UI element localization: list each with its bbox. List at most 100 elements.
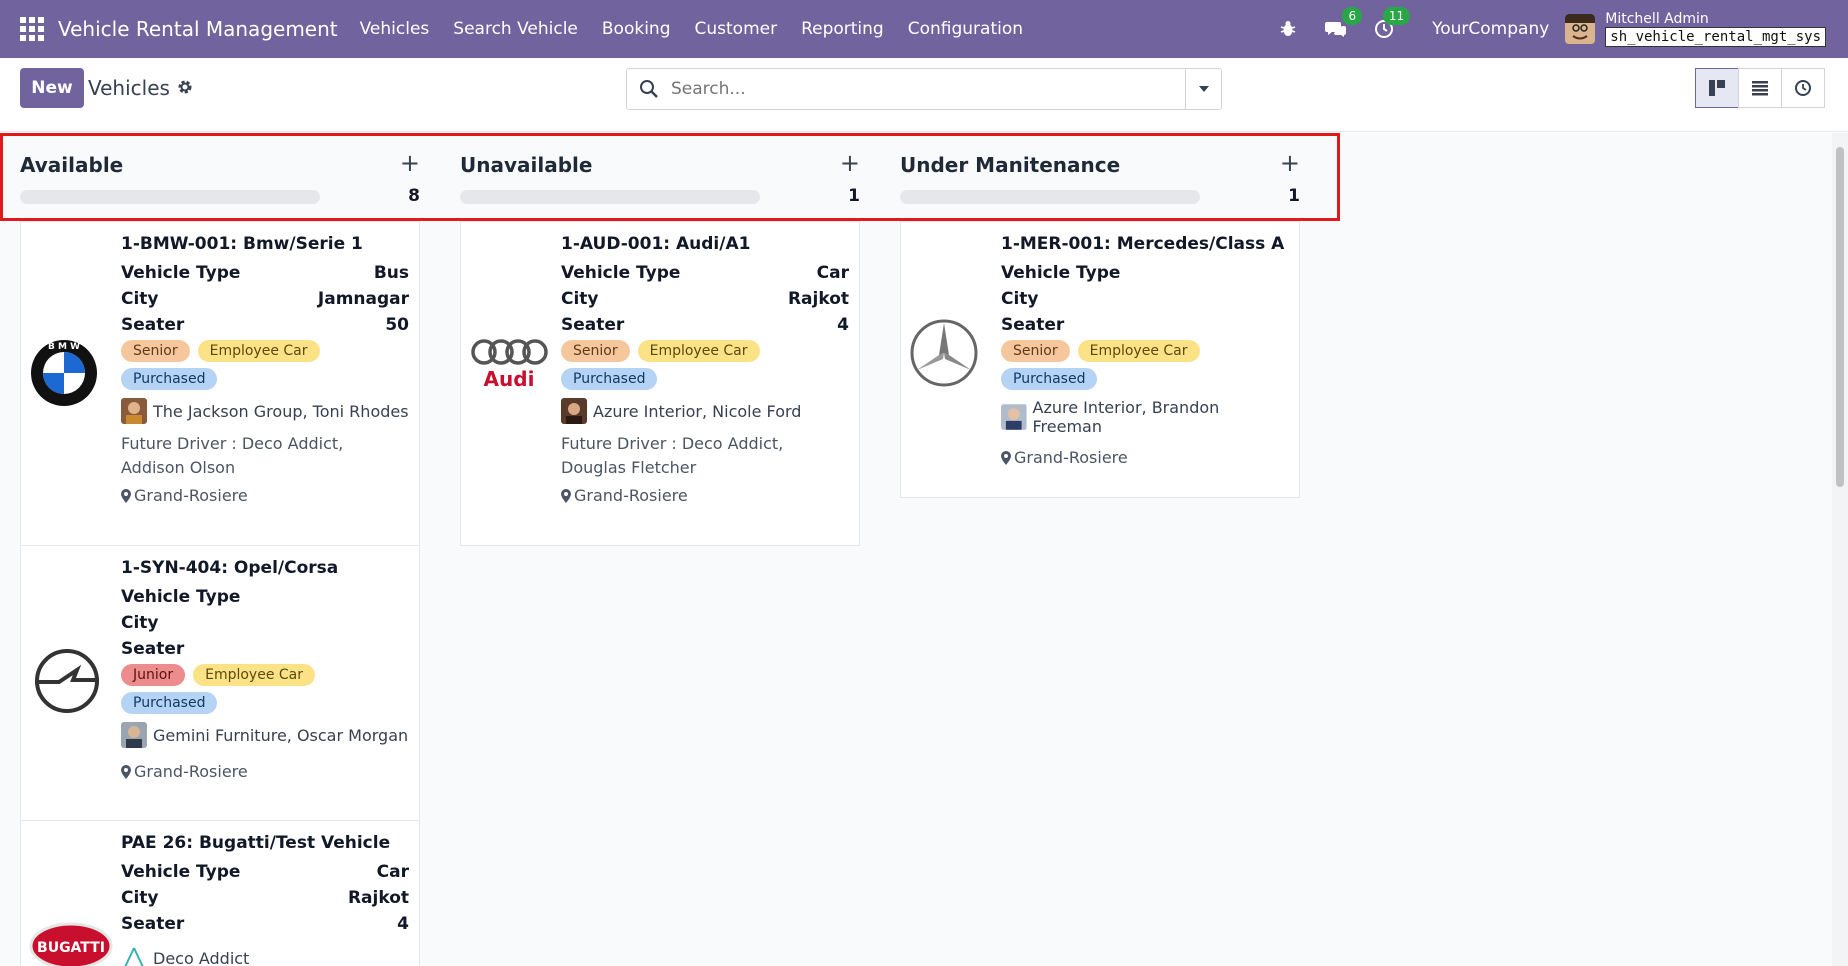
field-label: City <box>561 289 599 309</box>
user-avatar[interactable] <box>1565 14 1596 44</box>
debug-bug-icon[interactable] <box>1276 17 1300 41</box>
add-record-plus-icon[interactable]: + <box>1280 149 1300 177</box>
clock-icon <box>1795 80 1811 96</box>
vehicle-title[interactable]: PAE 26: Bugatti/Test Vehicle <box>121 833 409 853</box>
activity-view-button[interactable] <box>1781 68 1825 108</box>
user-name: Mitchell Admin <box>1605 11 1709 27</box>
location-name: Grand-Rosiere <box>1014 448 1128 467</box>
vehicle-card[interactable]: 1-MER-001: Mercedes/Class A Vehicle Type… <box>900 221 1300 498</box>
field-label: Seater <box>561 315 625 335</box>
kanban-column-under-maintenance: Under Manitenance + 1 1-MER-001: Mercede… <box>900 133 1300 498</box>
field-seater: Seater <box>1001 312 1289 338</box>
new-button[interactable]: New <box>20 68 84 108</box>
partner-avatar <box>124 947 144 966</box>
kanban-view-button[interactable] <box>1695 68 1739 108</box>
partner: Azure Interior, Nicole Ford <box>561 398 849 424</box>
tag-senior: Senior <box>1001 340 1070 362</box>
map-pin-icon <box>1001 450 1011 465</box>
vertical-scrollbar[interactable] <box>1832 133 1848 966</box>
tag-junior: Junior <box>121 664 186 686</box>
partner-avatar <box>121 398 147 424</box>
partner: Gemini Furniture, Oscar Morgan <box>121 722 409 748</box>
column-title[interactable]: Under Manitenance <box>900 153 1120 177</box>
vehicle-card[interactable]: B M W 1-BMW-001: Bmw/Serie 1 Vehicle Typ… <box>20 221 420 546</box>
partner-avatar <box>1001 404 1027 430</box>
field-city: City Rajkot <box>561 286 849 312</box>
vehicle-title[interactable]: 1-SYN-404: Opel/Corsa <box>121 558 409 578</box>
activities-badge: 11 <box>1382 7 1411 25</box>
menu-booking[interactable]: Booking <box>602 19 671 39</box>
column-header: Under Manitenance + 1 <box>900 133 1300 221</box>
partner: The Jackson Group, Toni Rhodes <box>121 398 409 424</box>
app-title[interactable]: Vehicle Rental Management <box>58 17 338 41</box>
gear-icon[interactable] <box>176 78 194 96</box>
company-switcher[interactable]: YourCompany <box>1432 19 1549 39</box>
map-pin-icon <box>121 764 131 779</box>
user-menu[interactable]: Mitchell Admin sh_vehicle_rental_mgt_sys <box>1605 11 1826 47</box>
partner-avatar <box>121 722 147 748</box>
tag-employee-car: Employee Car <box>1077 340 1200 362</box>
vehicle-title[interactable]: 1-MER-001: Mercedes/Class A <box>1001 234 1289 254</box>
field-value: Jamnagar <box>317 289 409 309</box>
field-label: Vehicle Type <box>121 587 241 607</box>
column-title[interactable]: Available <box>20 153 123 177</box>
menu-search-vehicle[interactable]: Search Vehicle <box>453 19 578 39</box>
field-label: Seater <box>1001 315 1065 335</box>
partner-name: The Jackson Group, Toni Rhodes <box>153 401 409 421</box>
menu-configuration[interactable]: Configuration <box>908 19 1023 39</box>
field-vehicle-type: Vehicle Type <box>1001 260 1289 286</box>
add-record-plus-icon[interactable]: + <box>840 149 860 177</box>
list-icon <box>1752 81 1768 96</box>
scrollbar-thumb[interactable] <box>1836 147 1844 487</box>
partner-name: Azure Interior, Nicole Ford <box>593 401 802 421</box>
add-record-plus-icon[interactable]: + <box>400 149 420 177</box>
field-label: Vehicle Type <box>121 263 241 283</box>
vehicle-title[interactable]: 1-BMW-001: Bmw/Serie 1 <box>121 234 409 254</box>
column-header: Available + 8 <box>20 133 420 221</box>
field-label: Seater <box>121 315 185 335</box>
vehicle-title[interactable]: 1-AUD-001: Audi/A1 <box>561 234 849 254</box>
vehicle-card[interactable]: 1-SYN-404: Opel/Corsa Vehicle Type City … <box>20 546 420 821</box>
search-icon <box>639 79 659 99</box>
apps-menu-icon[interactable] <box>20 17 44 41</box>
vehicle-card[interactable]: BUGATTI PAE 26: Bugatti/Test Vehicle Veh… <box>20 821 420 966</box>
tag-senior: Senior <box>121 340 190 362</box>
vehicle-card[interactable]: Audi 1-AUD-001: Audi/A1 Vehicle Type Car … <box>460 221 860 546</box>
field-city: City <box>121 610 409 636</box>
kanban-board: Available + 8 B M W 1-BMW-001: Bmw/Serie… <box>0 133 1832 966</box>
field-value: Car <box>376 862 409 882</box>
location-name: Grand-Rosiere <box>134 486 248 505</box>
partner-name: Azure Interior, Brandon Freeman <box>1032 398 1220 436</box>
menu-vehicles[interactable]: Vehicles <box>360 19 430 39</box>
field-vehicle-type: Vehicle Type Bus <box>121 260 409 286</box>
search-input[interactable] <box>671 79 1151 99</box>
search-bar <box>626 68 1222 110</box>
menu-customer[interactable]: Customer <box>695 19 778 39</box>
menu-reporting[interactable]: Reporting <box>801 19 884 39</box>
bugatti-logo-icon: BUGATTI <box>29 921 113 966</box>
activity-clock-icon[interactable]: 11 <box>1372 7 1411 41</box>
control-panel: New Vehicles <box>0 58 1848 132</box>
column-header: Unavailable + 1 <box>460 133 860 221</box>
column-progress-bar[interactable] <box>20 190 320 204</box>
field-label: Vehicle Type <box>121 862 241 882</box>
field-label: Vehicle Type <box>561 263 681 283</box>
field-value: Rajkot <box>787 289 849 309</box>
column-progress-bar[interactable] <box>900 190 1200 204</box>
list-view-button[interactable] <box>1738 68 1782 108</box>
mercedes-logo-icon <box>909 318 993 402</box>
search-options-toggle[interactable] <box>1185 69 1221 109</box>
messages-icon[interactable]: 6 <box>1324 7 1363 41</box>
field-value: 50 <box>385 315 409 335</box>
field-seater: Seater 4 <box>561 312 849 338</box>
field-vehicle-type: Vehicle Type <box>121 584 409 610</box>
partner-avatar <box>561 398 587 424</box>
tag-list: Junior Employee Car Purchased <box>121 664 409 714</box>
column-title[interactable]: Unavailable <box>460 153 592 177</box>
column-progress-bar[interactable] <box>460 190 760 204</box>
tag-employee-car: Employee Car <box>193 664 315 686</box>
field-value: 4 <box>397 914 409 934</box>
tag-employee-car: Employee Car <box>637 340 760 362</box>
tag-list: Senior Employee Car Purchased <box>561 340 849 390</box>
view-switcher <box>1695 68 1825 108</box>
